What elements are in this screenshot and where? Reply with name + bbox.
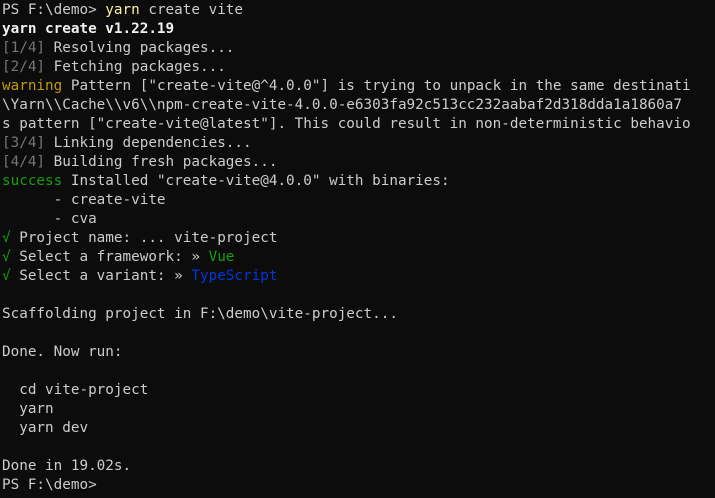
command-args: create vite (139, 2, 244, 18)
step-tag: [4/4] (2, 154, 46, 170)
step-building: [4/4] Building fresh packages... (2, 153, 715, 172)
command-program: yarn (105, 2, 140, 18)
step-tag: [3/4] (2, 135, 46, 151)
prompt-project-name: √ Project name: ... vite-project (2, 229, 715, 248)
prompt-label: Select a framework: » (10, 249, 209, 265)
warning-text: Pattern ["create-vite@^4.0.0"] is trying… (62, 78, 691, 94)
prompt-value: vite-project (174, 230, 278, 246)
warning-line-2: \Yarn\\Cache\\v6\\npm-create-vite-4.0.0-… (2, 97, 682, 113)
binary-item: - cva (2, 211, 97, 227)
prompt-variant: √ Select a variant: » TypeScript (2, 267, 715, 286)
warning-line-3: s pattern ["create-vite@latest"]. This c… (2, 116, 691, 132)
next-command: yarn dev (2, 420, 89, 436)
success-line: success Installed "create-vite@4.0.0" wi… (2, 172, 715, 191)
success-label: success (2, 173, 63, 189)
next-command: cd vite-project (2, 382, 149, 398)
prompt-value: TypeScript (191, 268, 278, 284)
done-now-run-line: Done. Now run: (2, 344, 123, 360)
step-fetching: [2/4] Fetching packages... (2, 58, 715, 77)
binary-item: - create-vite (2, 192, 166, 208)
step-linking: [3/4] Linking dependencies... (2, 134, 715, 153)
prompt-label: Select a variant: » (10, 268, 192, 284)
prompt-label: Project name: ... (10, 230, 175, 246)
check-icon: √ (2, 249, 11, 265)
prompt-line: PS F:\demo> yarn create vite (2, 1, 715, 20)
step-text: Resolving packages... (45, 40, 235, 56)
prompt-framework: √ Select a framework: » Vue (2, 248, 715, 267)
check-icon: √ (2, 230, 11, 246)
yarn-version-line: yarn create v1.22.19 (2, 21, 175, 37)
final-prompt-line[interactable]: PS F:\demo> (2, 476, 715, 495)
warning-line-1: warning Pattern ["create-vite@^4.0.0"] i… (2, 77, 715, 96)
step-text: Building fresh packages... (45, 154, 278, 170)
next-command: yarn (2, 401, 54, 417)
terminal-window[interactable]: PS F:\demo> yarn create vite yarn create… (0, 0, 715, 498)
check-icon: √ (2, 268, 11, 284)
step-text: Linking dependencies... (45, 135, 252, 151)
step-tag: [2/4] (2, 59, 46, 75)
done-time-line: Done in 19.02s. (2, 458, 132, 474)
warning-label: warning (2, 78, 63, 94)
prompt: PS F:\demo> (2, 2, 97, 18)
step-text: Fetching packages... (45, 59, 226, 75)
success-text: Installed "create-vite@4.0.0" with binar… (62, 173, 450, 189)
prompt: PS F:\demo> (2, 477, 97, 493)
step-resolving: [1/4] Resolving packages... (2, 39, 715, 58)
step-tag: [1/4] (2, 40, 46, 56)
scaffolding-line: Scaffolding project in F:\demo\vite-proj… (2, 306, 398, 322)
prompt-value: Vue (208, 249, 235, 265)
